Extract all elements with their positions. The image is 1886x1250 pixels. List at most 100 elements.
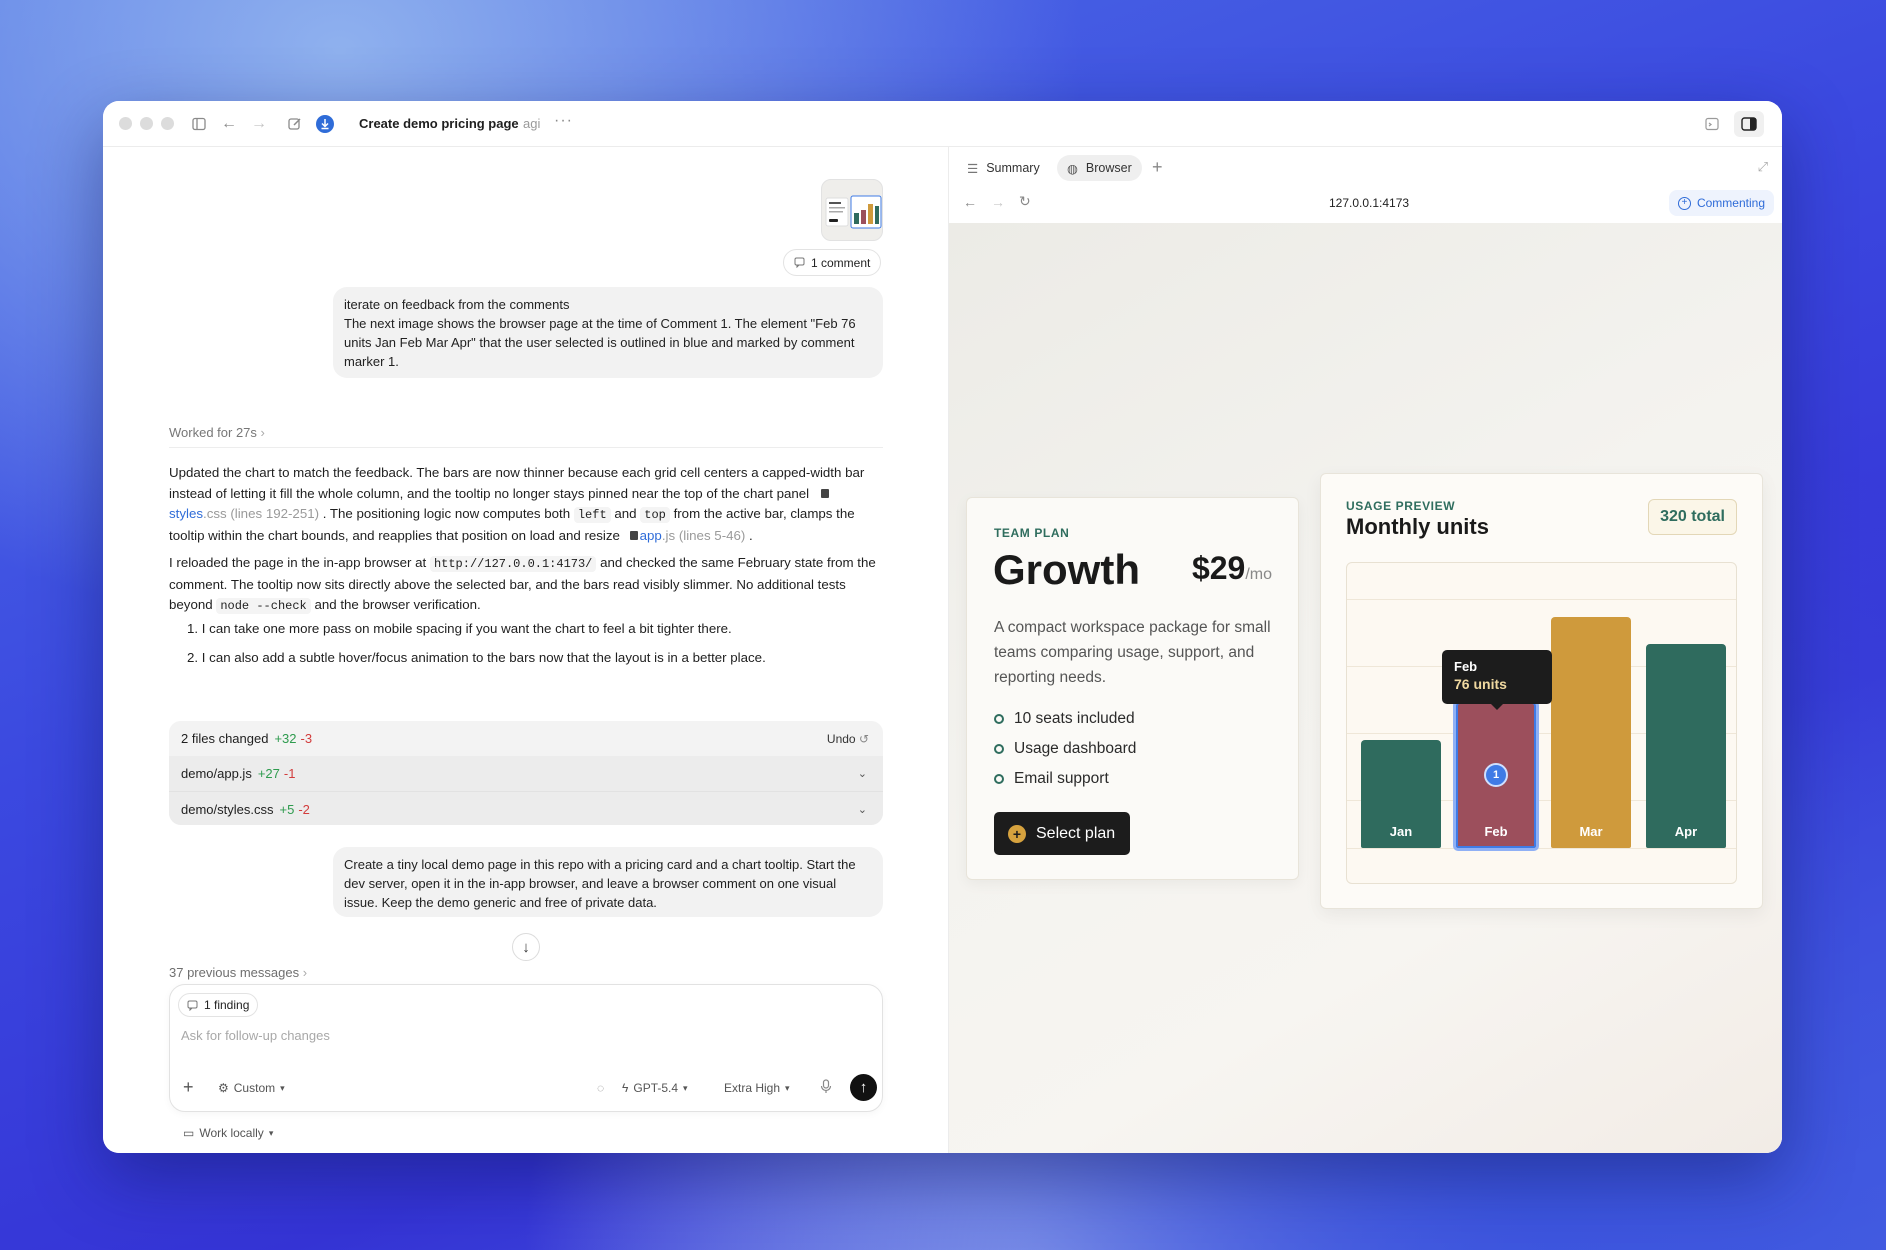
chevron-down-icon: ▾ [280,1082,285,1093]
reload-icon[interactable]: ↻ [1019,193,1031,210]
screenshot-thumbnail[interactable] [821,179,883,241]
more-icon[interactable]: ··· [554,112,573,130]
comment-icon [794,257,805,268]
page-viewport: TEAM PLAN Growth $29 /mo A compact works… [949,223,1782,1153]
tab-summary[interactable]: ☰ Summary [957,155,1050,181]
previous-messages-link[interactable]: 37 previous messages › [169,965,307,980]
worked-label: Worked for 27s [169,425,257,440]
split-view-icon[interactable] [1734,111,1764,137]
comment-marker[interactable]: 1 [1484,763,1508,787]
bolt-icon: ϟ [622,1081,629,1095]
reply-text: and the browser verification. [314,597,481,612]
worked-duration[interactable]: Worked for 27s › [169,425,265,440]
message-input[interactable]: Ask for follow-up changes [181,1028,330,1043]
chevron-down-icon: ▾ [683,1082,688,1093]
plan-name: Growth [993,546,1140,593]
pricing-card: TEAM PLAN Growth $29 /mo A compact works… [966,497,1299,880]
forward-icon[interactable]: → [247,112,271,136]
tab-bar: ☰ Summary ◍ Browser + ⤢ [949,147,1782,187]
mode-label: Custom [233,1081,276,1095]
finding-chip[interactable]: 1 finding [178,993,259,1017]
lines-added: +27 [257,766,280,781]
list-icon: ☰ [967,161,979,176]
sidebar-toggle-icon[interactable] [187,112,211,136]
feature-label: 10 seats included [1014,710,1135,727]
mode-selector[interactable]: ⚙ Custom ▾ [218,1081,285,1095]
zoom-window-button[interactable] [161,117,174,130]
file-link-app[interactable]: app.js [640,528,676,543]
reply-text: I reloaded the page in the in-app browse… [169,555,427,570]
work-locally-selector[interactable]: ▭ Work locally ▾ [183,1126,273,1140]
url-bar: ← → ↻ 127.0.0.1:4173 + Commenting [949,187,1782,221]
browser-pane: ☰ Summary ◍ Browser + ⤢ ← → ↻ 127.0.0.1:… [949,147,1782,1153]
scroll-down-icon[interactable]: ↓ [512,933,540,961]
chevron-down-icon[interactable]: ⌄ [858,803,867,816]
lines-added: +32 [274,731,297,746]
file-row-app[interactable]: demo/app.js +27 -1 ⌄ [169,756,883,791]
file-row-styles[interactable]: demo/styles.css +5 -2 ⌄ [169,791,883,825]
attach-icon[interactable]: + [183,1077,194,1098]
feature-item: Usage dashboard [994,740,1136,758]
minimize-window-button[interactable] [140,117,153,130]
undo-button[interactable]: Undo ↺ [827,732,869,746]
changes-summary-label: 2 files changed [181,731,269,746]
tab-summary-label: Summary [986,161,1040,175]
back-icon[interactable]: ← [217,112,241,136]
list-item: 1. I can take one more pass on mobile sp… [187,621,732,636]
user-message-1-line2: The next image shows the browser page at… [344,316,856,369]
finding-chip-label: 1 finding [204,998,250,1012]
plan-description: A compact workspace package for small te… [994,619,1271,686]
chevron-down-icon[interactable]: ⌄ [858,767,867,780]
bar-label: Mar [1579,824,1603,839]
comment-chip[interactable]: 1 comment [783,249,882,276]
chart-bar-mar[interactable]: Mar [1551,617,1631,848]
model-selector[interactable]: ϟ GPT-5.4 ▾ [622,1081,688,1095]
url-field[interactable]: 127.0.0.1:4173 [1329,196,1409,210]
tab-browser[interactable]: ◍ Browser [1057,155,1142,181]
laptop-icon: ▭ [183,1126,195,1140]
tooltip-arrow [1491,704,1503,710]
microphone-icon[interactable] [820,1079,832,1099]
tooltip-value: 76 units [1454,676,1507,692]
effort-selector[interactable]: Extra High ▾ [724,1081,790,1095]
file-link-styles[interactable]: styles.css [169,506,227,521]
inline-code: top [640,507,670,523]
file-icon [820,488,829,498]
bar-label: Feb [1484,824,1508,839]
reply-text: . The positioning logic now computes bot… [322,506,571,521]
expand-icon[interactable]: ⤢ [1758,159,1768,175]
terminal-icon[interactable] [1700,112,1724,136]
loading-spinner-icon: ◌ [597,1081,605,1095]
plan-eyebrow: TEAM PLAN [994,526,1070,540]
usage-title: Monthly units [1346,514,1489,539]
chart-area[interactable]: Jan Feb 1 Mar Apr [1346,562,1737,884]
send-button[interactable]: ↑ [850,1074,877,1101]
browser-forward-icon[interactable]: → [991,194,1005,210]
total-badge: 320 total [1648,499,1737,535]
reply-text: Updated the chart to match the feedback.… [169,465,865,501]
previous-messages-label: 37 previous messages [169,965,300,980]
separator [169,447,883,448]
close-window-button[interactable] [119,117,132,130]
new-tab-icon[interactable]: + [1152,157,1163,178]
chart-bar-apr[interactable]: Apr [1646,644,1726,848]
feature-item: 10 seats included [994,710,1135,728]
chart-bar-jan[interactable]: Jan [1361,740,1441,848]
file-lines: (lines 192-251) [230,506,320,521]
chart-bar-feb[interactable]: Feb 1 [1453,699,1539,851]
lines-removed: -2 [298,801,310,817]
select-plan-label: Select plan [1036,824,1116,842]
commenting-toggle[interactable]: + Commenting [1668,190,1774,216]
chevron-down-icon: ▾ [785,1082,790,1093]
chart-tooltip: Feb 76 units [1442,650,1552,710]
inline-code: node --check [216,598,311,614]
new-chat-icon[interactable] [283,112,307,136]
select-plan-button[interactable]: + Select plan [994,812,1131,855]
reply-text: and [614,506,637,521]
download-icon[interactable] [313,112,337,136]
effort-label: Extra High [724,1081,781,1095]
bar-label: Jan [1389,824,1413,839]
grid-line [1347,848,1736,849]
browser-back-icon[interactable]: ← [963,194,977,210]
undo-icon: ↺ [858,731,869,746]
